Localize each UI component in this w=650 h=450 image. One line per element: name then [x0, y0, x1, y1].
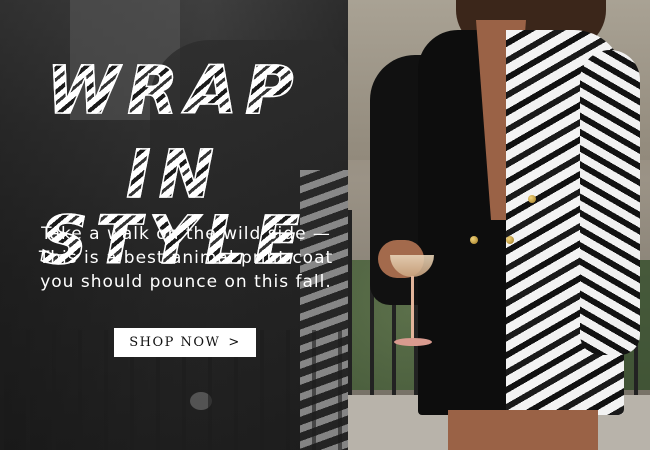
shop-now-label: SHOP NOW	[129, 335, 221, 350]
promo-banner[interactable]: WRAP IN STYLE Take a walk on the wild si…	[0, 0, 650, 450]
promo-description: Take a walk on the wild side — This is a…	[38, 224, 334, 292]
model-legs	[448, 410, 598, 450]
headline-line-1: WRAP	[0, 57, 348, 125]
gold-button	[470, 236, 478, 244]
gold-button	[528, 195, 536, 203]
chevron-right-icon: >	[228, 335, 241, 350]
zebra-sleeve	[580, 50, 640, 355]
model-photo-panel	[348, 0, 650, 450]
shop-now-button[interactable]: SHOP NOW >	[114, 328, 256, 357]
wine-glass-stem	[411, 276, 414, 341]
wine-glass-foot	[394, 338, 432, 346]
gold-button	[506, 236, 514, 244]
